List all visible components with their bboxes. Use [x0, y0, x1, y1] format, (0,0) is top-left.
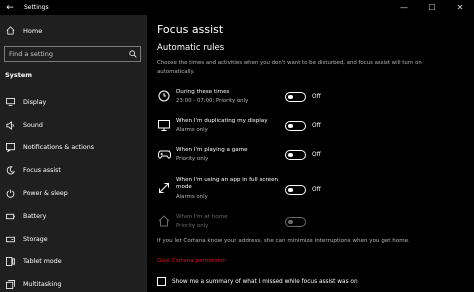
sidebar-item-tablet-mode[interactable]: Tablet mode	[0, 251, 147, 274]
sidebar-item-label: Battery	[23, 212, 47, 220]
rule-title: When I'm duplicating my display	[176, 118, 268, 124]
clock-icon	[157, 89, 171, 103]
toggle-state: Off	[312, 187, 321, 193]
notifications-icon	[5, 143, 15, 153]
storage-icon	[5, 234, 15, 244]
summary-option[interactable]: Show me a summary of what I missed while…	[157, 277, 358, 286]
gamepad-icon	[157, 147, 171, 161]
rule-at-home: When I'm at home Priority only	[157, 214, 457, 238]
home-label: Home	[23, 26, 43, 35]
power-icon	[5, 189, 15, 199]
monitor-icon	[157, 118, 171, 132]
cortana-permission-link[interactable]: Give Cortana permission	[157, 258, 226, 264]
section-label: System	[5, 71, 33, 79]
multitasking-icon	[5, 280, 15, 290]
tablet-icon	[5, 257, 15, 267]
search-box[interactable]	[4, 46, 141, 62]
rule-during-times[interactable]: During these times 23:00 - 07:00; Priori…	[157, 89, 457, 113]
rule-title: When I'm using an app in full screen mod…	[176, 177, 279, 190]
rule-title: When I'm at home	[176, 214, 228, 220]
rule-subtitle: Priority only	[176, 223, 209, 229]
search-icon[interactable]	[126, 50, 140, 58]
sidebar-item-storage[interactable]: Storage	[0, 228, 147, 251]
sidebar-item-label: Power & sleep	[23, 190, 68, 198]
home-link[interactable]: Home	[6, 26, 42, 35]
toggle-switch[interactable]	[285, 92, 306, 102]
rule-duplicating-display[interactable]: When I'm duplicating my display Alarms o…	[157, 118, 457, 142]
rule-subtitle: Alarms only	[176, 194, 208, 200]
section-title: Automatic rules	[157, 43, 225, 53]
window-controls: — ☐ ✕	[390, 0, 474, 15]
back-arrow-icon[interactable]: ←	[0, 3, 20, 13]
rule-playing-game[interactable]: When I'm playing a game Priority only Of…	[157, 147, 457, 171]
toggle-state: Off	[312, 94, 321, 100]
rule-full-screen-app[interactable]: When I'm using an app in full screen mod…	[157, 177, 457, 207]
sidebar-item-label: Multitasking	[23, 281, 62, 289]
toggle-state: Off	[312, 123, 321, 129]
summary-label: Show me a summary of what I missed while…	[172, 278, 358, 285]
sidebar-item-sound[interactable]: Sound	[0, 114, 147, 137]
toggle-switch[interactable]	[285, 150, 306, 160]
rule-subtitle: Alarms only	[176, 127, 208, 133]
home-icon	[157, 214, 171, 228]
main-content: Focus assist Automatic rules Choose the …	[147, 15, 474, 292]
display-icon	[5, 97, 15, 107]
sidebar-item-label: Sound	[23, 121, 43, 129]
sidebar-item-multitasking[interactable]: Multitasking	[0, 273, 147, 292]
summary-checkbox[interactable]	[157, 277, 166, 286]
toggle-state: Off	[312, 152, 321, 158]
home-icon	[6, 26, 15, 35]
focus-assist-icon	[5, 166, 15, 176]
sidebar-item-notifications[interactable]: Notifications & actions	[0, 137, 147, 160]
battery-icon	[5, 211, 15, 221]
cortana-text: If you let Cortana know your address, sh…	[157, 238, 410, 244]
sidebar-item-label: Notifications & actions	[23, 144, 94, 152]
toggle-switch[interactable]	[285, 121, 306, 131]
sidebar-item-label: Display	[23, 98, 47, 106]
sidebar-item-display[interactable]: Display	[0, 91, 147, 114]
rule-subtitle: Priority only	[176, 156, 209, 162]
description: Choose the times and activities when you…	[157, 60, 422, 75]
close-icon[interactable]: ✕	[446, 0, 474, 15]
fullscreen-icon	[157, 181, 171, 195]
toggle-switch[interactable]	[285, 185, 306, 195]
rule-subtitle: 23:00 - 07:00; Priority only	[176, 98, 249, 104]
sound-icon	[5, 120, 15, 130]
sidebar-nav: Display Sound Notifications & actions Fo…	[0, 91, 147, 292]
sidebar-item-label: Focus assist	[23, 167, 61, 175]
maximize-icon[interactable]: ☐	[418, 0, 446, 15]
sidebar-item-focus-assist[interactable]: Focus assist	[0, 159, 147, 182]
rule-title: When I'm playing a game	[176, 147, 248, 153]
sidebar-item-battery[interactable]: Battery	[0, 205, 147, 228]
sidebar-item-power-sleep[interactable]: Power & sleep	[0, 182, 147, 205]
sidebar: Home System Display Sound Notifications …	[0, 15, 147, 292]
page-title: Focus assist	[157, 23, 224, 36]
window-title: Settings	[24, 4, 49, 11]
search-input[interactable]	[9, 50, 126, 58]
rule-title: During these times	[176, 89, 230, 95]
sidebar-item-label: Tablet mode	[23, 258, 62, 266]
sidebar-item-label: Storage	[23, 235, 48, 243]
minimize-icon[interactable]: —	[390, 0, 418, 15]
toggle-switch	[285, 217, 306, 227]
